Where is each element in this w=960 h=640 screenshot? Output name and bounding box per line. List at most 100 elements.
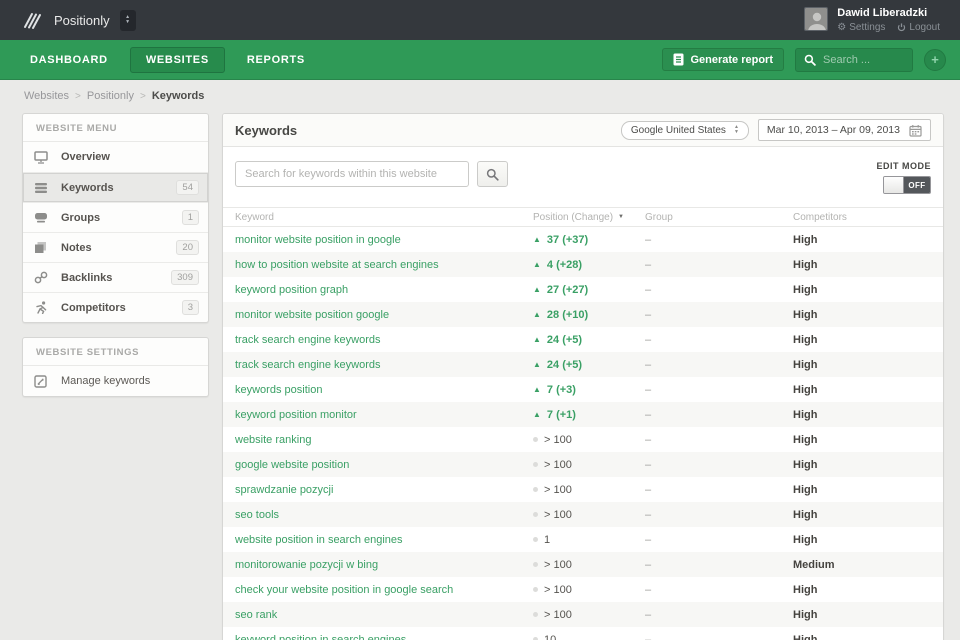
- table-row: track search engine keywords ▲ 24 (+5) – Hig…: [223, 327, 943, 352]
- group-cell: –: [645, 383, 652, 396]
- keyword-search-input[interactable]: [235, 161, 469, 187]
- date-range-picker[interactable]: Mar 10, 2013 – Apr 09, 2013: [757, 119, 931, 141]
- keyword-link[interactable]: sprawdzanie pozycji: [235, 484, 333, 496]
- sidebar-item-overview[interactable]: Overview: [23, 142, 208, 172]
- generate-report-button[interactable]: Generate report: [662, 48, 784, 71]
- tab-reports[interactable]: REPORTS: [231, 47, 321, 73]
- sort-desc-icon: ▼: [618, 214, 624, 220]
- no-change-icon: [533, 612, 538, 617]
- search-icon: [486, 168, 499, 181]
- competitors-cell: High: [793, 433, 818, 446]
- competitors-cell: High: [793, 533, 818, 546]
- toggle-knob: [884, 177, 904, 193]
- keyword-link[interactable]: keyword position graph: [235, 284, 348, 296]
- table-row: monitor website position google ▲ 28 (+10)…: [223, 302, 943, 327]
- gear-icon: ⚙: [837, 21, 847, 33]
- position-cell: ▲ 27 (+27): [533, 283, 589, 296]
- breadcrumb: Websites > Positionly > Keywords: [24, 90, 205, 102]
- settings-link[interactable]: ⚙ Settings: [837, 22, 885, 33]
- keyword-link[interactable]: monitor website position google: [235, 309, 389, 321]
- keyword-link[interactable]: check your website position in google se…: [235, 584, 453, 596]
- sidebar-item-backlinks[interactable]: Backlinks 309: [23, 262, 208, 292]
- keyword-link[interactable]: website ranking: [235, 434, 311, 446]
- position-cell: > 100: [533, 559, 645, 571]
- competitors-cell: High: [793, 408, 818, 421]
- competitors-cell: High: [793, 258, 818, 271]
- edit-mode-toggle[interactable]: OFF: [883, 176, 931, 194]
- keyword-link[interactable]: monitor website position in google: [235, 234, 401, 246]
- keyword-link[interactable]: seo rank: [235, 609, 277, 621]
- tab-dashboard[interactable]: DASHBOARD: [14, 47, 124, 73]
- table-row: check your website position in google se…: [223, 577, 943, 602]
- top-bar: Positionly ▲ ▼ Dawid Liberadzki ⚙ Setting…: [0, 0, 960, 40]
- table-row: sprawdzanie pozycji > 100– High: [223, 477, 943, 502]
- groups-icon: [34, 212, 51, 223]
- search-engine-dropdown[interactable]: Google United States ▲ ▼: [620, 120, 749, 140]
- table-row: website position in search engines 1– High: [223, 527, 943, 552]
- group-cell: –: [645, 633, 652, 640]
- sidebar-item-competitors[interactable]: Competitors 3: [23, 292, 208, 322]
- table-row: seo rank > 100– High: [223, 602, 943, 627]
- logout-link[interactable]: Logout: [897, 22, 940, 33]
- main-nav: DASHBOARD WEBSITES REPORTS Generate repo…: [0, 40, 960, 80]
- table-row: website ranking > 100– High: [223, 427, 943, 452]
- position-cell: ▲ 7 (+3): [533, 383, 576, 396]
- group-cell: –: [645, 358, 652, 371]
- keyword-link[interactable]: keyword position in search engines: [235, 634, 406, 640]
- report-document-icon: [673, 53, 684, 66]
- column-group: Group: [645, 211, 673, 223]
- keyword-link[interactable]: how to position website at search engine…: [235, 259, 439, 271]
- sidebar-item-groups[interactable]: Groups 1: [23, 202, 208, 232]
- position-cell: 10: [533, 634, 645, 640]
- position-cell: ▲ 24 (+5): [533, 333, 583, 346]
- position-cell: ▲ 37 (+37): [533, 233, 589, 246]
- keyword-link[interactable]: track search engine keywords: [235, 334, 381, 346]
- avatar[interactable]: [804, 7, 829, 31]
- count-badge: 1: [181, 210, 199, 225]
- column-position-change[interactable]: Position (Change) ▼: [533, 212, 645, 223]
- table-row: keyword position monitor ▲ 7 (+1) – High: [223, 402, 943, 427]
- sidebar-item-keywords[interactable]: Keywords 54: [23, 172, 208, 202]
- competitors-cell: High: [793, 308, 818, 321]
- keyword-link[interactable]: monitorowanie pozycji w bing: [235, 559, 378, 571]
- search-icon: [804, 54, 816, 66]
- group-cell: –: [645, 583, 652, 596]
- position-cell: > 100: [533, 584, 645, 596]
- monitor-icon: [34, 150, 51, 164]
- no-change-icon: [533, 462, 538, 467]
- competitors-cell: High: [793, 633, 818, 640]
- sidebar-item-notes[interactable]: Notes 20: [23, 232, 208, 262]
- add-website-button[interactable]: +: [924, 48, 946, 71]
- keyword-search-button[interactable]: [477, 161, 508, 187]
- count-badge: 20: [176, 240, 199, 255]
- position-cell: > 100: [533, 459, 645, 471]
- count-badge: 54: [176, 180, 199, 195]
- competitors-cell: High: [793, 508, 818, 521]
- sidebar-item-manage-keywords[interactable]: Manage keywords: [23, 366, 208, 396]
- keyword-link[interactable]: track search engine keywords: [235, 359, 381, 371]
- keyword-link[interactable]: google website position: [235, 459, 349, 471]
- group-cell: –: [645, 258, 652, 271]
- competitors-cell: High: [793, 333, 818, 346]
- count-badge: 3: [181, 300, 199, 315]
- table-row: monitor website position in google ▲ 37 (+…: [223, 227, 943, 252]
- keyword-link[interactable]: seo tools: [235, 509, 279, 521]
- group-cell: –: [645, 508, 652, 521]
- group-cell: –: [645, 533, 652, 546]
- count-badge: 309: [171, 270, 199, 285]
- position-cell: ▲ 4 (+28): [533, 258, 583, 271]
- group-cell: –: [645, 283, 652, 296]
- breadcrumb-keywords: Keywords: [151, 90, 205, 102]
- no-change-icon: [533, 437, 538, 442]
- chevron-updown-icon: ▲ ▼: [733, 124, 739, 135]
- website-switcher-dropdown[interactable]: ▲ ▼: [119, 9, 136, 31]
- breadcrumb-positionly[interactable]: Positionly: [87, 90, 134, 102]
- breadcrumb-websites[interactable]: Websites: [24, 90, 69, 102]
- keyword-link[interactable]: keywords position: [235, 384, 322, 396]
- global-search-input[interactable]: [823, 53, 903, 66]
- edit-icon: [34, 374, 51, 388]
- keywords-panel: Keywords Google United States ▲ ▼ Mar 10,…: [222, 113, 944, 640]
- keyword-link[interactable]: keyword position monitor: [235, 409, 357, 421]
- tab-websites[interactable]: WEBSITES: [129, 46, 225, 73]
- keyword-link[interactable]: website position in search engines: [235, 534, 403, 546]
